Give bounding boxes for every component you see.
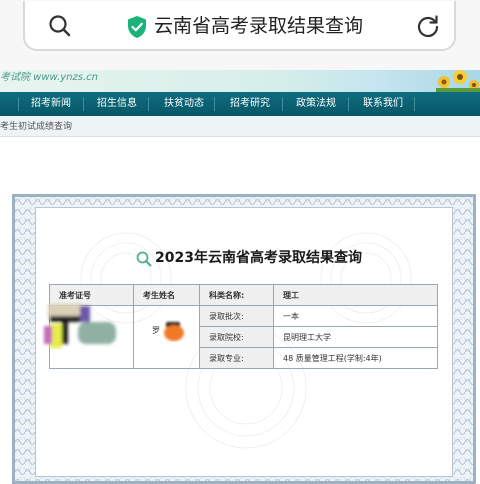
- search-icon[interactable]: [48, 14, 72, 42]
- flowers-decoration: [436, 70, 480, 92]
- batch-value: 一本: [273, 305, 438, 327]
- nav-divider: [214, 97, 215, 111]
- site-banner-text: 考试院 www.ynzs.cn: [0, 72, 98, 83]
- page-url-title[interactable]: 云南省高考录取结果查询: [154, 13, 363, 39]
- nav-item-policy[interactable]: 政策法规: [296, 92, 336, 116]
- nav-divider: [282, 97, 283, 111]
- result-title: 2023年云南省高考录取结果查询: [155, 250, 362, 266]
- name-header: 考生姓名: [133, 284, 200, 306]
- subject-type-label: 科类名称:: [199, 284, 274, 306]
- score-query-link[interactable]: 考生初试成绩查询: [0, 119, 72, 132]
- nav-divider: [148, 97, 149, 111]
- school-label: 录取院校:: [199, 326, 274, 348]
- student-name-prefix: 罗: [152, 326, 160, 335]
- school-value: 昆明理工大学: [273, 326, 438, 348]
- nav-divider: [83, 97, 84, 111]
- major-label: 录取专业:: [199, 347, 274, 369]
- magnifier-icon: [136, 251, 152, 271]
- shield-check-icon: [126, 15, 148, 43]
- site-banner: 考试院 www.ynzs.cn: [0, 70, 480, 92]
- nav-item-poverty[interactable]: 扶贫动态: [164, 92, 204, 116]
- nav-item-contact[interactable]: 联系我们: [363, 92, 403, 116]
- nav-divider: [414, 97, 415, 111]
- batch-label: 录取批次:: [199, 305, 274, 327]
- sub-nav-bar: 考生初试成绩查询: [0, 116, 480, 137]
- subject-type-value: 理工: [273, 284, 438, 306]
- reload-icon[interactable]: [415, 13, 441, 43]
- browser-toolbar: 云南省高考录取结果查询: [0, 0, 480, 70]
- nav-divider: [18, 97, 19, 111]
- redacted-exam-number: [42, 302, 120, 354]
- redacted-name: [160, 320, 186, 346]
- main-nav: 招考新闻 招生信息 扶贫动态 招考研究 政策法规 联系我们: [0, 92, 480, 116]
- address-bar[interactable]: 云南省高考录取结果查询: [23, 1, 456, 51]
- nav-item-admission-info[interactable]: 招生信息: [97, 92, 137, 116]
- nav-item-research[interactable]: 招考研究: [230, 92, 270, 116]
- nav-divider: [348, 97, 349, 111]
- major-value: 48 质量管理工程(学制:4年): [273, 347, 438, 369]
- nav-item-news[interactable]: 招考新闻: [31, 92, 71, 116]
